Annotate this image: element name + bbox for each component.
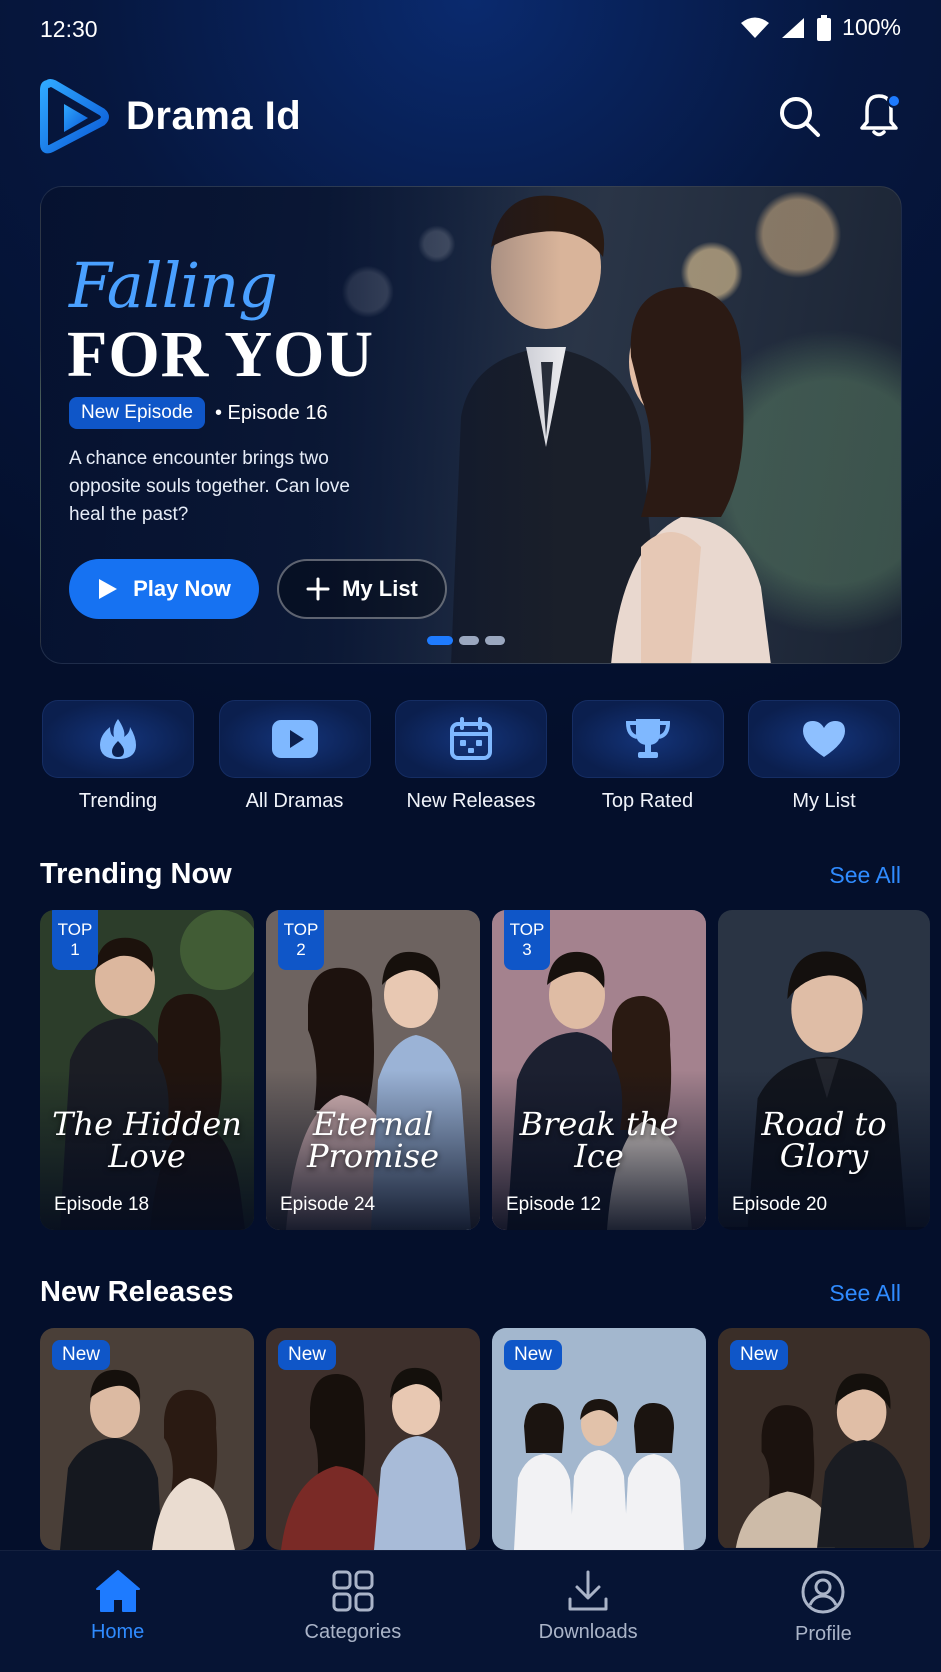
flame-icon xyxy=(100,719,136,759)
quick-label: My List xyxy=(792,790,856,812)
quick-tile xyxy=(748,700,900,778)
new-releases-row: New New New New xyxy=(40,1328,930,1550)
new-releases-section-title: New Releases xyxy=(40,1276,234,1308)
quick-trending[interactable]: Trending xyxy=(40,700,196,813)
plus-icon xyxy=(306,577,330,601)
play-icon xyxy=(271,720,318,758)
hero-description: A chance encounter brings two opposite s… xyxy=(69,448,350,525)
play-icon xyxy=(99,579,118,599)
quick-tile xyxy=(395,700,547,778)
nav-label: Downloads xyxy=(538,1621,638,1643)
card-episode: Episode 20 xyxy=(732,1194,828,1215)
rank-label: TOP xyxy=(57,920,93,939)
hero-meta: New Episode • Episode 16 xyxy=(69,397,328,429)
signal-icon xyxy=(782,17,805,38)
trophy-icon xyxy=(625,719,670,758)
notification-dot xyxy=(887,94,901,108)
rank-number: 1 xyxy=(70,940,80,959)
quick-label: Top Rated xyxy=(601,790,694,812)
card-episode: Episode 18 xyxy=(54,1194,150,1215)
quick-tile xyxy=(571,700,724,778)
nav-profile[interactable]: Profile xyxy=(733,1569,913,1672)
trending-row: TOP 1 The Hidden Love Episode 18 TOP 2 Ete… xyxy=(40,910,930,1230)
hero-title-script: Falling xyxy=(69,249,278,322)
nav-categories[interactable]: Categories xyxy=(263,1569,443,1672)
new-badge: New xyxy=(504,1340,563,1370)
battery-icon xyxy=(817,14,832,41)
app-header: Drama Id xyxy=(40,72,901,162)
drama-card[interactable]: New xyxy=(718,1328,930,1550)
rank-number: 3 xyxy=(522,940,532,959)
play-now-button[interactable]: Play Now xyxy=(69,559,259,619)
rank-number: 2 xyxy=(296,940,306,959)
grid-icon xyxy=(332,1570,374,1612)
top-rank-badge: TOP 3 xyxy=(504,910,550,970)
new-badge: New xyxy=(278,1340,337,1370)
rank-label: TOP xyxy=(509,920,545,939)
nav-label: Categories xyxy=(304,1621,402,1643)
status-bar: 12:30 100% xyxy=(0,0,941,58)
bottom-navigation: Home Categories Downloads Profile xyxy=(0,1550,941,1672)
calendar-icon xyxy=(450,717,492,760)
top-rank-badge: TOP 1 xyxy=(52,910,98,970)
new-episode-badge: New Episode xyxy=(69,397,205,429)
hero-title: FOR YOU xyxy=(67,318,375,391)
quick-label: All Dramas xyxy=(245,790,344,812)
carousel-dot[interactable] xyxy=(485,636,505,645)
battery-percent: 100% xyxy=(842,14,901,40)
quick-access-row: Trending All Dramas New Releases Top Rat… xyxy=(40,700,902,813)
top-rank-badge: TOP 2 xyxy=(278,910,324,970)
trending-section-title: Trending Now xyxy=(40,858,232,890)
wifi-icon xyxy=(741,17,770,38)
quick-label: New Releases xyxy=(406,790,536,812)
notifications-button[interactable] xyxy=(857,90,901,138)
quick-all-dramas[interactable]: All Dramas xyxy=(217,700,373,813)
nav-label: Home xyxy=(90,1621,145,1643)
drama-card[interactable]: TOP 1 The Hidden Love Episode 18 xyxy=(40,910,254,1230)
card-title: The Hidden Love xyxy=(52,1105,242,1175)
profile-icon xyxy=(801,1570,845,1614)
carousel-indicator xyxy=(427,636,505,645)
home-icon xyxy=(95,1570,140,1612)
drama-card[interactable]: New xyxy=(492,1328,706,1550)
carousel-dot[interactable] xyxy=(427,636,453,645)
app-title: Drama Id xyxy=(126,94,302,138)
carousel-dot[interactable] xyxy=(459,636,479,645)
nav-downloads[interactable]: Downloads xyxy=(498,1569,678,1672)
drama-card[interactable]: New xyxy=(40,1328,254,1550)
download-icon xyxy=(568,1570,608,1611)
heart-icon xyxy=(803,721,845,757)
quick-tile xyxy=(42,700,194,778)
card-episode: Episode 24 xyxy=(280,1194,376,1215)
hero-banner[interactable]: Falling FOR YOU New Episode • Episode 16… xyxy=(40,186,902,664)
card-title: Road to Glory xyxy=(761,1105,887,1175)
new-releases-see-all-link[interactable]: See All xyxy=(829,1280,901,1307)
new-badge: New xyxy=(52,1340,111,1370)
status-icons: 100% xyxy=(740,14,901,41)
nav-home[interactable]: Home xyxy=(28,1569,208,1672)
play-now-label: Play Now xyxy=(133,576,231,601)
drama-card[interactable]: TOP 2 Eternal Promise Episode 24 xyxy=(266,910,480,1230)
card-title: Break the Ice xyxy=(519,1105,679,1175)
drama-card[interactable]: New xyxy=(266,1328,480,1550)
drama-card[interactable]: TOP 3 Break the Ice Episode 12 xyxy=(492,910,706,1230)
rank-label: TOP xyxy=(283,920,319,939)
hero-episode: • Episode 16 xyxy=(214,401,328,424)
quick-label: Trending xyxy=(78,790,158,812)
trending-see-all-link[interactable]: See All xyxy=(829,862,901,889)
card-title: Eternal Promise xyxy=(306,1105,440,1175)
quick-new-releases[interactable]: New Releases xyxy=(393,700,549,813)
new-badge: New xyxy=(730,1340,789,1370)
status-time: 12:30 xyxy=(40,16,98,42)
quick-my-list[interactable]: My List xyxy=(746,700,902,813)
my-list-label: My List xyxy=(342,576,418,601)
card-episode: Episode 12 xyxy=(506,1194,602,1215)
nav-label: Profile xyxy=(795,1623,852,1645)
add-to-list-button[interactable]: My List xyxy=(277,559,447,619)
drama-card[interactable]: Road to Glory Episode 20 xyxy=(718,910,930,1230)
app-logo-icon xyxy=(40,79,109,154)
quick-tile xyxy=(218,700,371,778)
search-icon[interactable] xyxy=(777,94,821,138)
quick-top-rated[interactable]: Top Rated xyxy=(570,700,726,813)
